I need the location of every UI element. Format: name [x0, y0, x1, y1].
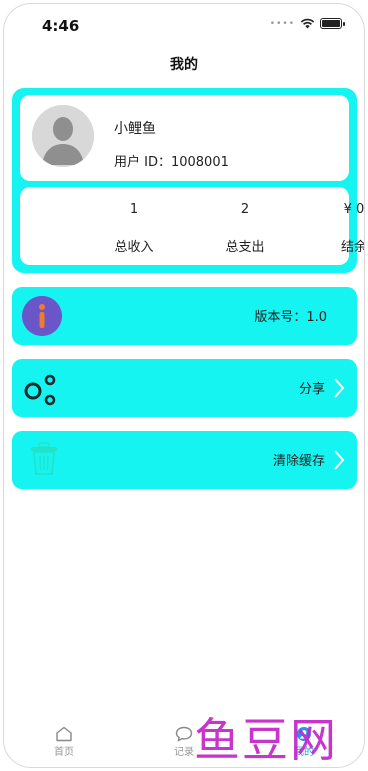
- status-bar: 4:46 ••••: [4, 4, 364, 44]
- profile-card: 小鲤鱼 用户 ID：1008001 1 总收入 2 总支出 ¥ 0 结余: [12, 88, 364, 273]
- info-icon: [22, 296, 62, 336]
- user-name: 小鲤鱼: [114, 121, 156, 137]
- stat-value: ¥ 0: [343, 202, 365, 217]
- status-icons: ••••: [269, 18, 345, 29]
- wifi-icon: [300, 18, 315, 29]
- clear-cache-label: 清除缓存: [272, 454, 325, 469]
- profile-header[interactable]: 小鲤鱼 用户 ID：1008001: [20, 95, 349, 181]
- tab-label: 首页: [54, 747, 74, 758]
- home-icon: [56, 726, 72, 742]
- share-icon: [24, 374, 56, 406]
- menu-item-version[interactable]: 版本号：1.0: [12, 287, 357, 345]
- menu-item-share[interactable]: 分享: [12, 359, 357, 417]
- page-title: 我的: [170, 57, 198, 73]
- signal-icon: ••••: [269, 18, 295, 29]
- stat-balance[interactable]: ¥ 0 结余: [244, 187, 364, 265]
- stat-total-expense[interactable]: 2 总支出: [135, 187, 264, 265]
- tab-home[interactable]: 首页: [34, 726, 94, 758]
- menu-item-clear-cache[interactable]: 清除缓存: [12, 431, 357, 489]
- phone-screen: 4:46 •••• 我的 小鲤鱼 用户 ID：1008001 1 总收入 2 总…: [3, 3, 365, 768]
- user-id: 用户 ID：1008001: [114, 155, 229, 170]
- chevron-right-icon: [334, 450, 345, 470]
- battery-icon: [320, 18, 345, 29]
- avatar[interactable]: [32, 105, 94, 167]
- watermark: 鱼豆网: [194, 713, 338, 767]
- stat-label: 结余: [340, 240, 365, 255]
- default-avatar-icon: [32, 105, 94, 167]
- chat-icon: [175, 726, 193, 742]
- version-label: 版本号：1.0: [254, 310, 327, 325]
- stats-panel: 1 总收入 2 总支出 ¥ 0 结余: [20, 187, 364, 265]
- share-label: 分享: [298, 382, 325, 397]
- trash-icon: [31, 442, 57, 475]
- status-time: 4:46: [42, 17, 80, 35]
- chevron-right-icon: [334, 378, 345, 398]
- stat-total-income[interactable]: 1 总收入: [24, 187, 153, 265]
